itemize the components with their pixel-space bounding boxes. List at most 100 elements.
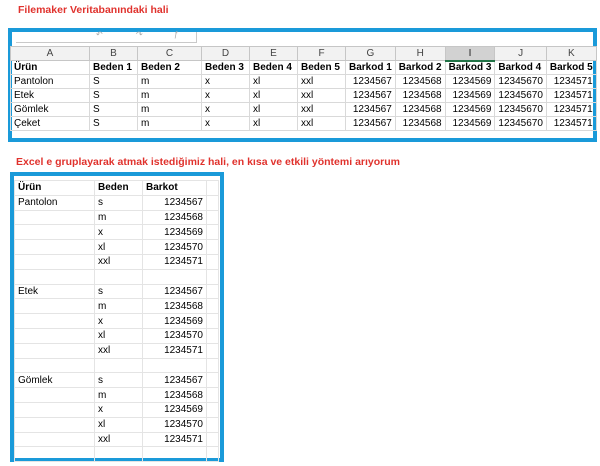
table-cell[interactable]: 1234568 — [142, 209, 207, 226]
column-header-G[interactable]: G — [345, 46, 396, 61]
column-header-I[interactable]: I — [444, 46, 496, 62]
header-cell[interactable]: Barkod 5 — [545, 60, 597, 75]
table-cell[interactable] — [94, 357, 143, 374]
table-cell[interactable]: S — [89, 74, 138, 89]
spare-cell[interactable] — [206, 327, 219, 344]
table-cell[interactable] — [14, 224, 95, 241]
table-cell[interactable]: m — [137, 88, 202, 103]
table-cell[interactable]: 1234569 — [444, 116, 496, 131]
table-cell[interactable]: 12345670 — [494, 102, 547, 117]
table-cell[interactable]: m — [137, 74, 202, 89]
spare-cell[interactable] — [206, 357, 219, 374]
table-cell[interactable]: Pantolon — [14, 194, 95, 211]
spare-cell[interactable] — [206, 283, 219, 300]
column-header-H[interactable]: H — [394, 46, 446, 61]
table-cell[interactable]: Çeket — [10, 116, 90, 131]
spare-cell[interactable] — [206, 446, 219, 463]
spare-cell[interactable] — [206, 387, 219, 403]
column-header-F[interactable]: F — [297, 46, 346, 61]
table-cell[interactable]: xxl — [297, 88, 346, 103]
table-cell[interactable] — [14, 342, 95, 359]
header-cell[interactable]: Beden 5 — [297, 60, 346, 75]
table-cell[interactable]: m — [137, 102, 202, 117]
column-header-B[interactable]: B — [89, 46, 138, 61]
table-cell[interactable]: s — [94, 372, 143, 389]
table-cell[interactable]: x — [201, 116, 250, 131]
table-cell[interactable]: xxl — [94, 431, 143, 448]
table-cell[interactable]: m — [94, 298, 143, 315]
table-cell[interactable] — [142, 268, 207, 285]
table-cell[interactable] — [14, 253, 95, 270]
table-cell[interactable]: 12345670 — [494, 116, 547, 131]
table-cell[interactable]: 1234569 — [444, 74, 496, 89]
header-cell[interactable]: Barkod 1 — [345, 60, 396, 75]
table-cell[interactable]: x — [201, 88, 250, 103]
table-cell[interactable]: xxl — [94, 253, 143, 270]
column-header-J[interactable]: J — [494, 46, 547, 61]
table-cell[interactable] — [14, 446, 95, 463]
table-cell[interactable]: 1234568 — [394, 102, 446, 117]
table-cell[interactable]: 1234569 — [142, 401, 207, 418]
table-cell[interactable]: 1234571 — [545, 88, 597, 103]
table-cell[interactable]: 1234567 — [345, 102, 396, 117]
table-cell[interactable]: xxl — [297, 116, 346, 131]
spare-cell[interactable] — [206, 401, 219, 418]
table-cell[interactable]: 1234568 — [394, 116, 446, 131]
spare-cell[interactable] — [206, 298, 219, 315]
table-cell[interactable]: xl — [94, 239, 143, 255]
table-cell[interactable]: 1234567 — [142, 283, 207, 300]
table-cell[interactable] — [94, 268, 143, 285]
table-cell[interactable]: xl — [94, 416, 143, 433]
spare-cell[interactable] — [206, 313, 219, 329]
table-cell[interactable]: m — [94, 209, 143, 226]
table-cell[interactable]: 1234569 — [142, 313, 207, 329]
table-cell[interactable]: 1234571 — [545, 74, 597, 89]
spare-cell[interactable] — [206, 253, 219, 270]
table-cell[interactable]: s — [94, 283, 143, 300]
table-cell[interactable]: xxl — [94, 342, 143, 359]
table-cell[interactable]: xxl — [297, 102, 346, 117]
table-cell[interactable]: 1234569 — [444, 102, 496, 117]
table-cell[interactable]: Gömlek — [14, 372, 95, 389]
table-cell[interactable]: m — [137, 116, 202, 131]
table-cell[interactable]: x — [201, 74, 250, 89]
spare-cell[interactable] — [206, 416, 219, 433]
table-cell[interactable]: 1234571 — [545, 116, 597, 131]
header-cell[interactable]: Barkod 3 — [444, 60, 496, 75]
column-header-E[interactable]: E — [249, 46, 298, 61]
table-cell[interactable]: s — [94, 194, 143, 211]
header-cell[interactable]: Beden 2 — [137, 60, 202, 75]
table-cell[interactable]: 1234571 — [545, 102, 597, 117]
spare-cell[interactable] — [206, 431, 219, 448]
table-cell[interactable]: 1234568 — [142, 298, 207, 315]
header-cell[interactable]: Ürün — [10, 60, 90, 75]
table-cell[interactable] — [14, 357, 95, 374]
spare-cell[interactable] — [206, 180, 219, 196]
spare-cell[interactable] — [206, 224, 219, 241]
header-cell[interactable]: Beden 1 — [89, 60, 138, 75]
column-header-A[interactable]: A — [10, 46, 90, 61]
table-cell[interactable]: Etek — [14, 283, 95, 300]
table-cell[interactable]: xxl — [297, 74, 346, 89]
table-cell[interactable] — [14, 401, 95, 418]
header-cell[interactable]: Barkot — [142, 180, 207, 196]
header-cell[interactable]: Beden 4 — [249, 60, 298, 75]
column-header-C[interactable]: C — [137, 46, 202, 61]
table-cell[interactable]: xl — [249, 88, 298, 103]
table-cell[interactable]: S — [89, 102, 138, 117]
table-cell[interactable]: 1234571 — [142, 431, 207, 448]
table-cell[interactable] — [94, 446, 143, 463]
table-cell[interactable]: 1234568 — [394, 74, 446, 89]
table-cell[interactable]: 1234568 — [394, 88, 446, 103]
spare-cell[interactable] — [206, 268, 219, 285]
table-cell[interactable]: 1234570 — [142, 327, 207, 344]
table-cell[interactable]: 1234569 — [444, 88, 496, 103]
table-cell[interactable]: xl — [94, 327, 143, 344]
table-cell[interactable]: 1234570 — [142, 239, 207, 255]
spare-cell[interactable] — [206, 209, 219, 226]
column-header-D[interactable]: D — [201, 46, 250, 61]
table-cell[interactable] — [14, 416, 95, 433]
table-cell[interactable]: x — [94, 224, 143, 241]
table-cell[interactable]: xl — [249, 74, 298, 89]
table-cell[interactable]: 1234567 — [142, 194, 207, 211]
